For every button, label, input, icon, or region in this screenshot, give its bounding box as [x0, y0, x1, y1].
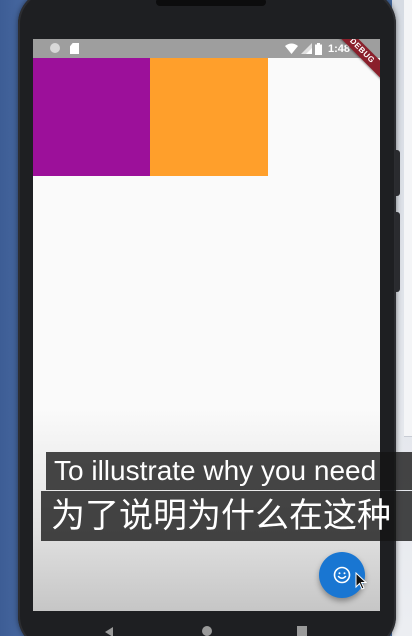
smiley-face-icon	[333, 566, 351, 584]
cell-signal-icon	[300, 43, 312, 54]
mouse-cursor-icon	[355, 572, 367, 590]
volume-up-button[interactable]	[395, 150, 400, 196]
status-bar-right: 1:48	[284, 41, 350, 56]
back-triangle-icon[interactable]	[105, 627, 113, 636]
phone-speaker	[156, 0, 266, 6]
wifi-icon	[284, 43, 298, 54]
status-bar: 1:48 DEBUG	[33, 39, 380, 84]
background-window-panel	[404, 0, 412, 437]
purple-box	[33, 58, 150, 176]
battery-icon	[314, 42, 322, 55]
circle-indicator-icon	[50, 43, 60, 53]
subtitle-english: To illustrate why you need	[46, 452, 412, 490]
recents-square-icon[interactable]	[297, 626, 307, 636]
power-button[interactable]	[395, 212, 400, 292]
sd-card-icon	[70, 43, 79, 54]
home-circle-icon[interactable]	[202, 626, 212, 636]
subtitle-chinese: 为了说明为什么在这种	[41, 491, 412, 541]
orange-box	[150, 58, 268, 176]
android-nav-bar	[33, 616, 380, 636]
